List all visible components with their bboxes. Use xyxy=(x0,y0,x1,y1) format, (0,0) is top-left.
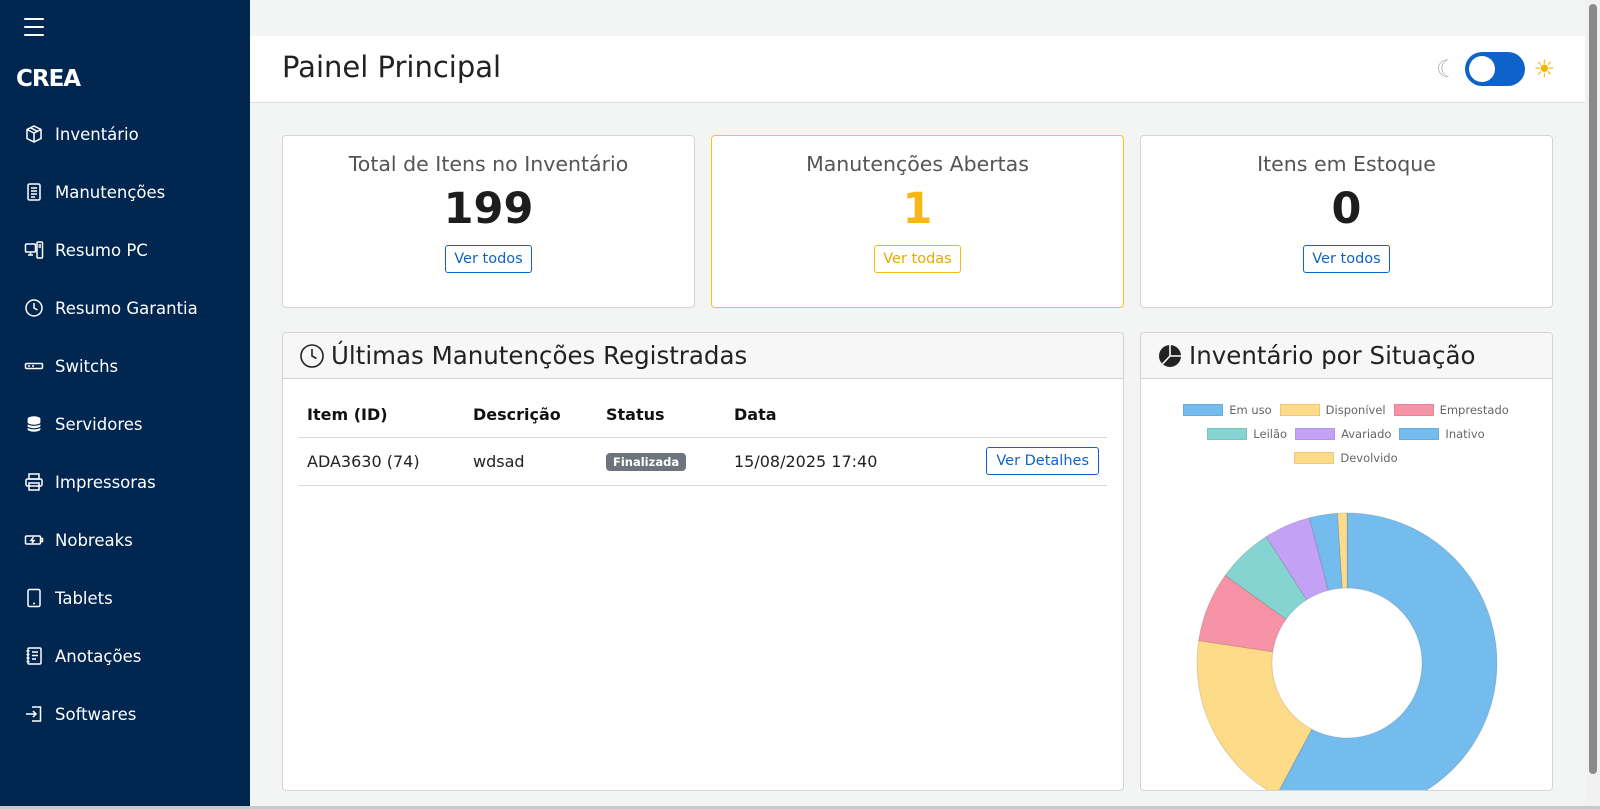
switch-knob xyxy=(1469,56,1496,82)
sidebar-item-impressoras[interactable]: Impressoras xyxy=(0,453,250,511)
computer-icon xyxy=(24,240,44,260)
page-header: Painel Principal ☾ ☀ xyxy=(250,36,1585,103)
stat-value: 199 xyxy=(443,184,534,234)
sidebar-item-label: Resumo Garantia xyxy=(55,298,198,318)
database-icon xyxy=(24,414,44,434)
column-header-actions xyxy=(984,393,1107,438)
sidebar-nav: Inventário Manutenções Resumo PC Resumo … xyxy=(0,105,250,743)
stat-value: 1 xyxy=(902,184,933,234)
vertical-scrollbar[interactable] xyxy=(1585,0,1600,809)
maintenance-table: Item (ID) Descrição Status Data ADA3630 … xyxy=(299,393,1107,486)
login-icon xyxy=(24,704,44,724)
brand-logo: CREA xyxy=(16,66,81,92)
sidebar-item-label: Servidores xyxy=(55,414,143,434)
sidebar-item-anotacoes[interactable]: Anotações xyxy=(0,627,250,685)
panel-header: Inventário por Situação xyxy=(1141,333,1552,379)
theme-toggle: ☾ ☀ xyxy=(1436,52,1555,86)
stat-title: Itens em Estoque xyxy=(1257,152,1436,176)
cell-item: ADA3630 (74) xyxy=(299,437,473,486)
cell-description: wdsad xyxy=(473,437,606,486)
status-badge: Finalizada xyxy=(606,453,687,471)
stat-title: Total de Itens no Inventário xyxy=(348,152,629,176)
sidebar-item-manutencoes[interactable]: Manutenções xyxy=(0,163,250,221)
moon-icon: ☾ xyxy=(1435,55,1458,83)
box-icon xyxy=(24,124,44,144)
stat-card-manutencoes-abertas: Manutenções Abertas 1 Ver todas xyxy=(711,135,1124,308)
switch-icon xyxy=(24,356,44,376)
tablet-icon xyxy=(24,588,44,608)
table-header-row: Item (ID) Descrição Status Data xyxy=(299,393,1107,438)
column-header: Data xyxy=(734,393,984,438)
sidebar-item-resumo-pc[interactable]: Resumo PC xyxy=(0,221,250,279)
doughnut-chart xyxy=(1196,512,1498,790)
sidebar-item-tablets[interactable]: Tablets xyxy=(0,569,250,627)
sun-icon: ☀ xyxy=(1533,55,1555,83)
stat-card-itens-estoque: Itens em Estoque 0 Ver todos xyxy=(1140,135,1553,308)
sidebar-item-resumo-garantia[interactable]: Resumo Garantia xyxy=(0,279,250,337)
sidebar-item-label: Tablets xyxy=(55,588,113,608)
sidebar-item-label: Nobreaks xyxy=(55,530,133,550)
sidebar-item-servidores[interactable]: Servidores xyxy=(0,395,250,453)
panel-title: Últimas Manutenções Registradas xyxy=(331,341,748,370)
column-header: Status xyxy=(606,393,734,438)
table-row: ADA3630 (74) wdsad Finalizada 15/08/2025… xyxy=(299,437,1107,486)
dark-mode-switch[interactable] xyxy=(1465,52,1526,86)
page-title: Painel Principal xyxy=(282,50,502,84)
sidebar-item-label: Inventário xyxy=(55,124,139,144)
pie-chart-icon xyxy=(1159,344,1181,367)
sidebar-item-softwares[interactable]: Softwares xyxy=(0,685,250,743)
sidebar-item-inventario[interactable]: Inventário xyxy=(0,105,250,163)
stat-card-total-itens: Total de Itens no Inventário 199 Ver tod… xyxy=(282,135,695,308)
cell-action: Ver Detalhes xyxy=(984,437,1107,486)
ver-todas-button[interactable]: Ver todas xyxy=(874,245,961,274)
column-header: Descrição xyxy=(473,393,606,438)
hamburger-menu-icon[interactable] xyxy=(24,18,46,38)
ver-detalhes-button[interactable]: Ver Detalhes xyxy=(986,447,1099,475)
ver-todos-button[interactable]: Ver todos xyxy=(445,245,532,274)
sidebar: CREA Inventário Manutenções Resumo PC Re… xyxy=(0,0,250,809)
sidebar-item-label: Impressoras xyxy=(55,472,156,492)
sidebar-item-label: Softwares xyxy=(55,704,137,724)
sidebar-item-nobreaks[interactable]: Nobreaks xyxy=(0,511,250,569)
cell-date: 15/08/2025 17:40 xyxy=(734,437,984,486)
sidebar-item-label: Anotações xyxy=(55,646,142,666)
clock-icon xyxy=(24,298,44,318)
clock-icon xyxy=(300,343,324,368)
maintenance-panel: Últimas Manutenções Registradas Item (ID… xyxy=(282,332,1124,791)
battery-icon xyxy=(24,530,44,550)
scrollbar-thumb[interactable] xyxy=(1589,4,1597,774)
sidebar-item-label: Switchs xyxy=(55,356,119,376)
column-header: Item (ID) xyxy=(299,393,473,438)
panel-header: Últimas Manutenções Registradas xyxy=(283,333,1123,379)
stat-value: 0 xyxy=(1331,184,1362,234)
inventory-chart-panel: Inventário por Situação Em uso Disponível… xyxy=(1140,332,1553,791)
sidebar-item-label: Resumo PC xyxy=(55,240,148,260)
notes-icon xyxy=(24,646,44,666)
document-icon xyxy=(24,182,44,202)
stat-title: Manutenções Abertas xyxy=(806,152,1029,176)
printer-icon xyxy=(24,472,44,492)
sidebar-item-switchs[interactable]: Switchs xyxy=(0,337,250,395)
sidebar-item-label: Manutenções xyxy=(55,182,166,202)
ver-todos-button[interactable]: Ver todos xyxy=(1303,245,1390,274)
panel-title: Inventário por Situação xyxy=(1189,341,1476,370)
cell-status: Finalizada xyxy=(606,437,734,486)
